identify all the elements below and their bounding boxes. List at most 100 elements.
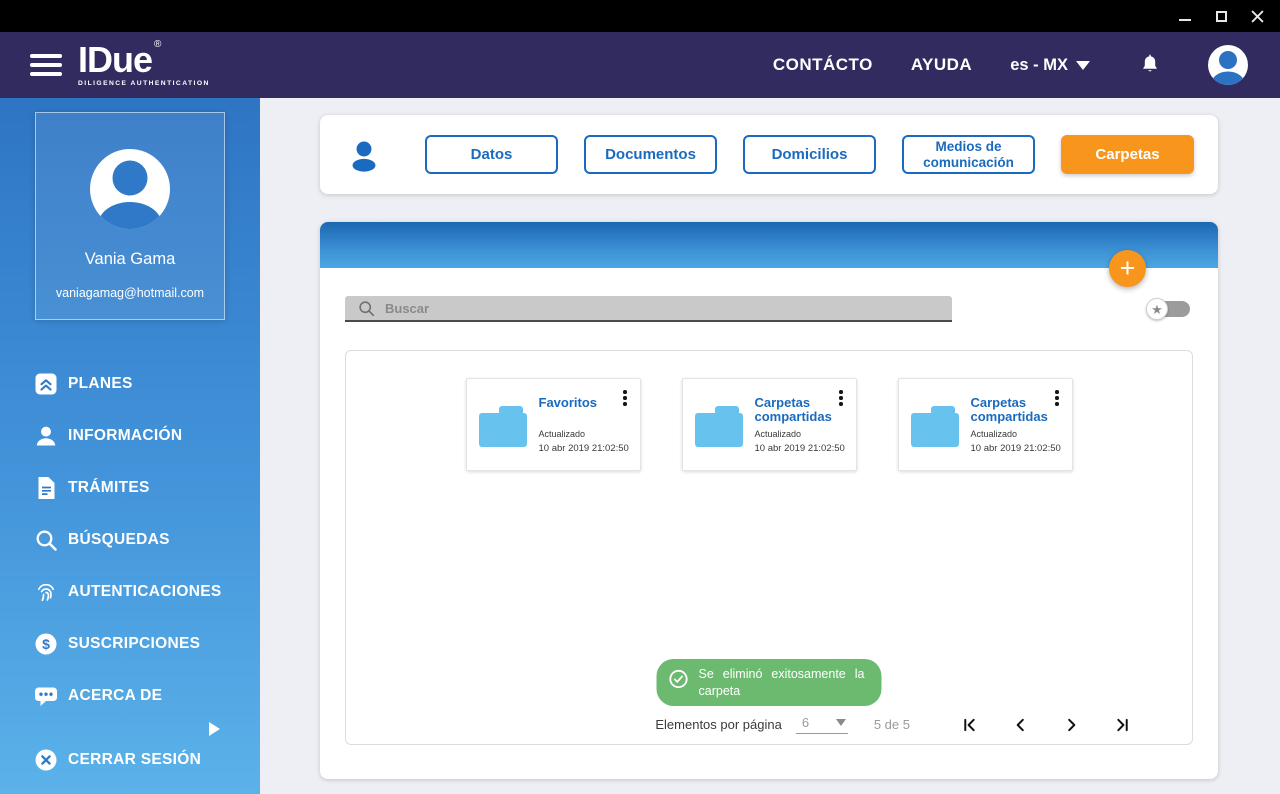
favorites-filter-toggle[interactable]: ★ [1146, 298, 1190, 320]
sidebar-item-autenticaciones[interactable]: AUTENTICACIONES [0, 566, 260, 618]
sidebar-item-informacion[interactable]: INFORMACIÓN [0, 410, 260, 462]
app-logo: IDue ® DILIGENCE AUTHENTICATION [78, 39, 210, 88]
folder-updated-label: Actualizado [538, 429, 586, 439]
search-icon [359, 300, 375, 316]
chevron-right-icon [1068, 718, 1076, 731]
app-header: IDue ® DILIGENCE AUTHENTICATION CONTÁCTO… [0, 32, 1280, 98]
chevron-left-icon [1016, 718, 1024, 731]
pagination: Elementos por página 6 5 de 5 [655, 715, 1130, 734]
page-range-label: 5 de 5 [873, 717, 910, 732]
person-icon [33, 424, 59, 448]
language-selector[interactable]: es - MX [1010, 56, 1090, 75]
close-button[interactable] [1250, 9, 1264, 23]
folders-panel-header [320, 222, 1218, 268]
sidebar-item-cerrar-sesion[interactable]: CERRAR SESIÓN [0, 734, 260, 786]
add-folder-button[interactable]: + [1109, 250, 1146, 287]
sidebar-item-label: TRÁMITES [68, 479, 150, 496]
search-bar[interactable] [345, 296, 952, 322]
avatar-person-icon [1211, 51, 1245, 85]
hamburger-menu-icon[interactable] [30, 54, 62, 76]
profile-name: Vania Gama [84, 250, 176, 268]
language-label: es - MX [1010, 55, 1068, 74]
first-page-icon [964, 718, 975, 731]
folder-card-favoritos[interactable]: Favoritos Actualizado 10 abr 2019 21:02:… [465, 378, 641, 471]
sidebar-item-label: AUTENTICACIONES [68, 583, 222, 600]
maximize-button[interactable] [1214, 9, 1228, 23]
bell-icon [1143, 54, 1157, 72]
submenu-expand-icon[interactable] [209, 722, 220, 736]
sidebar-item-planes[interactable]: PLANES [0, 358, 260, 410]
notifications-button[interactable] [1140, 54, 1160, 76]
chevron-down-icon [835, 719, 846, 726]
previous-page-button[interactable] [1013, 717, 1028, 733]
avatar-person-icon [98, 160, 162, 229]
main-content: Datos Documentos Domicilios Medios de co… [260, 98, 1280, 794]
chevron-down-icon [1076, 60, 1090, 70]
window-titlebar [0, 0, 1280, 32]
sidebar-item-busquedas[interactable]: BÚSQUEDAS [0, 514, 260, 566]
tab-datos[interactable]: Datos [425, 135, 558, 174]
folder-menu-button[interactable] [621, 388, 629, 408]
folder-card-carpetas-compartidas[interactable]: Carpetas compartidas Actualizado 10 abr … [681, 378, 857, 471]
folder-card-carpetas-compartidas[interactable]: Carpetas compartidas Actualizado 10 abr … [897, 378, 1073, 471]
tab-documentos[interactable]: Documentos [584, 135, 717, 174]
folder-updated-date: 10 abr 2019 21:02:50 [538, 442, 629, 454]
first-page-button[interactable] [962, 717, 977, 733]
toast-message: Se eliminó exitosamente la carpeta [698, 667, 865, 698]
chat-icon [33, 685, 59, 708]
sidebar-item-label: CERRAR SESIÓN [68, 751, 202, 768]
logo-title: IDue [78, 39, 153, 81]
sidebar-item-acerca-de[interactable]: ACERCA DE [0, 670, 260, 722]
sidebar-item-label: ACERCA DE [68, 687, 163, 704]
folders-panel: + ★ [320, 222, 1218, 779]
next-page-button[interactable] [1064, 717, 1079, 733]
search-input[interactable] [385, 300, 952, 316]
plans-icon [33, 372, 59, 396]
folder-icon [694, 405, 743, 470]
tab-domicilios[interactable]: Domicilios [743, 135, 876, 174]
folder-updated-date: 10 abr 2019 21:02:50 [970, 442, 1061, 454]
tab-medios-de-comunicacion[interactable]: Medios de comunicación [902, 135, 1035, 174]
minimize-button[interactable] [1178, 9, 1192, 23]
items-per-page-label: Elementos por página [655, 717, 782, 732]
sidebar-item-suscripciones[interactable]: $ SUSCRIPCIONES [0, 618, 260, 670]
section-tabbar: Datos Documentos Domicilios Medios de co… [320, 115, 1218, 194]
dollar-circle-icon: $ [33, 632, 59, 656]
folder-updated-date: 10 abr 2019 21:02:50 [754, 442, 845, 454]
folders-grid-container: Favoritos Actualizado 10 abr 2019 21:02:… [345, 350, 1193, 745]
search-icon [33, 529, 59, 552]
folder-icon [478, 405, 527, 470]
success-toast: Se eliminó exitosamente la carpeta [656, 659, 882, 706]
document-icon [33, 476, 59, 500]
profile-avatar [90, 149, 170, 229]
profile-email: vaniagamag@hotmail.com [55, 286, 205, 300]
folder-updated-label: Actualizado [754, 429, 802, 439]
star-icon: ★ [1146, 298, 1168, 320]
profile-card: Vania Gama vaniagamag@hotmail.com [35, 112, 225, 320]
close-circle-icon [33, 748, 59, 772]
sidebar-menu: PLANES INFORMACIÓN TRÁMITES BÚSQUEDAS AU… [0, 358, 260, 786]
sidebar-item-label: PLANES [68, 375, 133, 392]
items-per-page-value: 6 [801, 715, 810, 730]
person-icon [348, 138, 380, 172]
folder-icon [910, 405, 959, 470]
svg-text:$: $ [42, 636, 50, 652]
sidebar-item-label: SUSCRIPCIONES [68, 635, 201, 652]
user-avatar[interactable] [1208, 45, 1248, 85]
folder-menu-button[interactable] [837, 388, 845, 408]
check-circle-icon [669, 669, 688, 689]
fingerprint-icon [33, 580, 59, 604]
nav-contact-link[interactable]: CONTÁCTO [773, 55, 873, 75]
items-per-page-select[interactable]: 6 [795, 715, 848, 734]
folder-updated-label: Actualizado [970, 429, 1018, 439]
nav-help-link[interactable]: AYUDA [911, 55, 972, 75]
logo-subtitle: DILIGENCE AUTHENTICATION [78, 80, 210, 88]
sidebar-item-tramites[interactable]: TRÁMITES [0, 462, 260, 514]
sidebar-item-label: INFORMACIÓN [68, 427, 183, 444]
sidebar-item-label: BÚSQUEDAS [68, 531, 170, 548]
close-icon [1250, 9, 1264, 23]
tab-carpetas[interactable]: Carpetas [1061, 135, 1194, 174]
folder-menu-button[interactable] [1053, 388, 1061, 408]
last-page-button[interactable] [1115, 717, 1130, 733]
last-page-icon [1117, 718, 1128, 731]
